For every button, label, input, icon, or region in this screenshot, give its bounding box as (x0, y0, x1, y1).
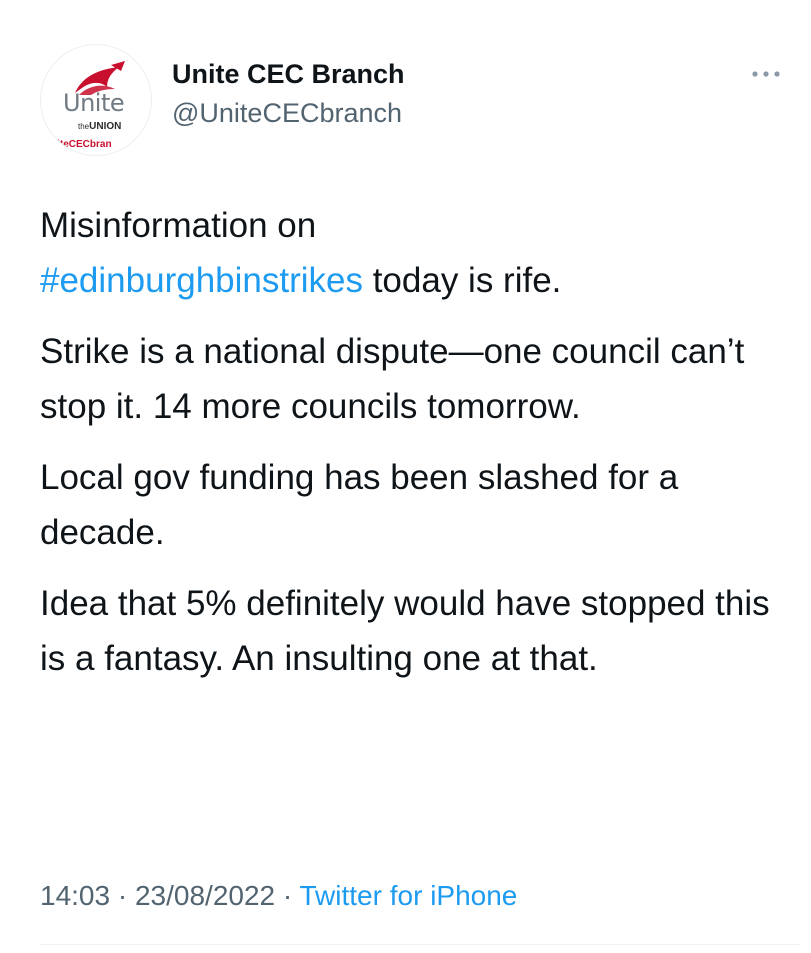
tweet-date[interactable]: 23/08/2022 (135, 880, 275, 911)
tweet-paragraph-3: Local gov funding has been slashed for a… (40, 458, 679, 552)
more-options-button[interactable] (746, 58, 786, 90)
tweet-card: Unite theUNION niteCECbran Unite CEC Bra… (0, 0, 811, 953)
avatar[interactable]: Unite theUNION niteCECbran (40, 44, 152, 156)
more-horizontal-icon (752, 71, 780, 77)
logo-subtitle-main: UNION (89, 121, 122, 132)
tweet-time[interactable]: 14:03 (40, 880, 110, 911)
tweet-paragraph-2: Strike is a national dispute—one council… (40, 332, 745, 426)
tweet-line-2-rest: today is rife. (362, 261, 562, 300)
display-name[interactable]: Unite CEC Branch (172, 57, 405, 91)
tweet-source-link[interactable]: Twitter for iPhone (300, 880, 518, 911)
meta-separator-2: · (275, 880, 300, 911)
tweet-paragraph-4: Idea that 5% definitely would have stopp… (40, 584, 770, 678)
tweet-text: Misinformation on #edinburghbinstrikes to… (40, 198, 800, 702)
logo-subtitle-prefix: the (78, 122, 90, 131)
meta-separator-1: · (110, 880, 135, 911)
divider (40, 944, 800, 945)
tweet-paragraph-1: Misinformation on #edinburghbinstrikes to… (40, 198, 800, 308)
logo-subtitle: theUNION (78, 122, 121, 132)
tweet-meta: 14:03 · 23/08/2022 · Twitter for iPhone (40, 876, 517, 916)
hashtag-link[interactable]: #edinburghbinstrikes (40, 261, 363, 300)
logo-wordmark: Unite (63, 89, 125, 117)
user-handle[interactable]: @UniteCECbranch (172, 96, 402, 130)
tweet-line-1: Misinformation on (40, 206, 317, 245)
logo-handle-text: niteCECbran (51, 139, 112, 150)
